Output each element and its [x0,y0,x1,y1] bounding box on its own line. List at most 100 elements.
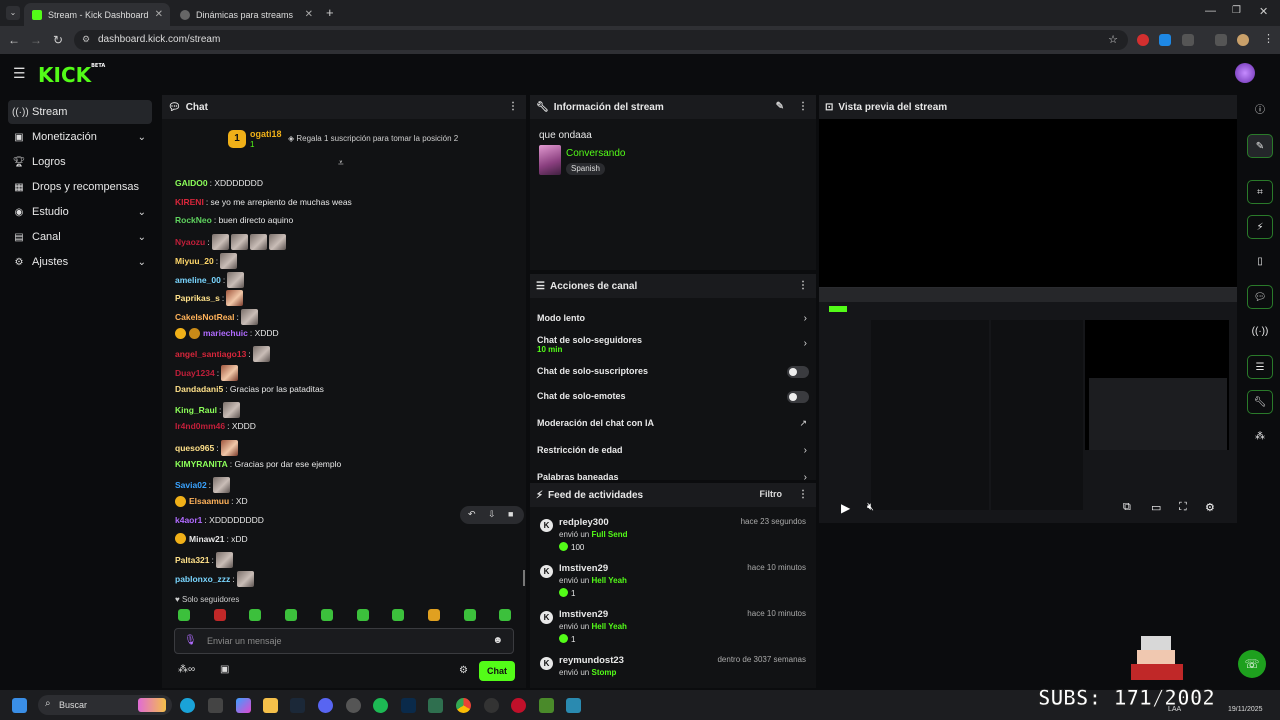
sidebar-item-canal[interactable]: ▤ Canal ⌄ [8,225,152,249]
chat-scrollbar[interactable] [523,570,525,586]
event-username[interactable]: redpley300 [559,517,609,528]
close-tab-icon[interactable]: ✕ [155,9,163,20]
maximize-icon[interactable]: ❐ [1232,5,1241,16]
app-icon[interactable] [428,698,443,713]
chat-message[interactable]: Nyaozu: [175,234,286,251]
gift-sub-cta[interactable]: ◈ Regala 1 suscripción para tomar la pos… [288,134,458,143]
chat-username[interactable]: King_Raul [175,405,217,415]
browser-menu-icon[interactable]: ⋮ [1263,32,1274,45]
collapse-pinned-icon[interactable]: ⩡ [338,158,344,169]
windows-start-icon[interactable] [12,698,27,713]
chat-message[interactable]: k4aor1: XDDDDDDDD [175,515,264,525]
new-tab-button[interactable]: + [326,5,334,20]
chat-message[interactable]: Elsaamuu: XD [175,495,248,507]
chat-username[interactable]: k4aor1 [175,515,202,525]
chat-username[interactable]: angel_santiago13 [175,349,246,359]
chat-message[interactable]: RockNeo: buen directo aquino [175,215,293,225]
extensions-puzzle-icon[interactable] [1182,34,1194,46]
quick-emote-icon[interactable] [356,609,369,621]
event-username[interactable]: lmstiven29 [559,609,608,620]
site-info-icon[interactable]: ⚙ [82,34,90,45]
tab-kick-dashboard[interactable]: Stream - Kick Dashboard ✕ [24,3,170,26]
chat-username[interactable]: Paprikas_s [175,293,220,303]
theater-icon[interactable]: ▭ [1151,501,1161,514]
event-username[interactable]: lmstiven29 [559,563,608,574]
play-icon[interactable]: ▶ [841,501,850,515]
file-explorer-icon[interactable] [263,698,278,713]
chat-message[interactable]: angel_santiago13: [175,346,270,363]
category-name[interactable]: Conversando [566,148,625,159]
chat-message[interactable]: Minaw21: xDD [175,533,248,545]
app-icon[interactable] [208,698,223,713]
chat-username[interactable]: Minaw21 [189,534,224,544]
chat-username[interactable]: Palta321 [175,555,210,565]
kick-logo[interactable]: KICKBETA [38,63,105,87]
close-tab-icon[interactable]: ✕ [305,9,313,20]
chat-emote[interactable] [227,271,245,288]
back-icon[interactable]: ← [7,33,21,47]
edit-icon[interactable]: ✎ [1247,134,1273,158]
chat-message[interactable]: Ir4nd0mm46: XDDD [175,421,256,431]
chat-username[interactable]: KIMYRANITA [175,459,228,469]
send-chat-button[interactable]: Chat [479,661,515,681]
chat-username[interactable]: Miyuu_20 [175,256,214,266]
quick-emote-icon[interactable] [285,609,298,621]
quick-emote-icon[interactable] [213,609,226,621]
chat-emote[interactable] [268,234,286,251]
chat-message[interactable]: CakeIsNotReal: [175,308,258,325]
chat-message[interactable]: pablonxo_zzz: [175,570,254,587]
chat-emote[interactable] [213,477,231,494]
url-field[interactable]: ⚙ dashboard.kick.com/stream ☆ [74,30,1128,50]
chrome-icon[interactable] [456,698,471,713]
activity-event[interactable]: Kredpley300 hace 23 segundos envió un Full… [530,517,816,561]
activity-event[interactable]: Klmstiven29 hace 10 minutos envió un Hell … [530,609,816,653]
channel-points-icon[interactable]: ⁂∞ [178,664,195,675]
bookmark-star-icon[interactable]: ☆ [1108,33,1118,46]
chat-username[interactable]: Nyaozu [175,237,205,247]
chat-username[interactable]: RockNeo [175,215,212,225]
sidebar-item-stream[interactable]: ((·)) Stream [8,100,152,124]
stream-info-options-icon[interactable]: ⋮ [798,101,808,112]
sidebar-item-logros[interactable]: 🏆︎ Logros [8,150,152,174]
chat-emote[interactable] [230,234,248,251]
gifter-name[interactable]: ogati18 [250,129,282,139]
chat-emote[interactable] [252,346,270,363]
chat-emote[interactable] [226,290,244,307]
chat-toggle-icon[interactable]: 💬︎ [1247,285,1273,309]
delete-icon[interactable]: ■ [508,509,513,519]
chat-username[interactable]: Dandadani5 [175,384,223,394]
sidebar-item-monetizacion[interactable]: ▣ Monetización ⌄ [8,125,152,149]
chat-message[interactable]: ameline_00: [175,271,245,288]
tools-icon[interactable]: 🔧︎ [1247,390,1273,414]
tab-search-icon[interactable]: ⌄ [6,6,20,20]
sidebar-item-estudio[interactable]: ◉ Estudio ⌄ [8,200,152,224]
chat-message[interactable]: Savia02: [175,477,231,494]
clip-icon[interactable]: ⌗ [1247,180,1273,204]
layout-icon[interactable]: ☰ [1247,355,1273,379]
chat-emote[interactable] [223,402,241,419]
microphone-icon[interactable]: 🎙︎ [184,635,197,646]
chat-username[interactable]: KIRENI [175,197,204,207]
taskbar-date[interactable]: 19/11/2025 [1228,706,1263,713]
chat-emote[interactable] [221,365,239,381]
copilot-icon[interactable] [236,698,251,713]
chat-username[interactable]: mariechuic [203,328,248,338]
quick-emote-icon[interactable] [499,609,512,621]
user-avatar[interactable] [1235,63,1255,83]
action-solo-seguidores[interactable]: Chat de solo-seguidores 10 min › [537,335,809,357]
overlay-green-action-icon[interactable]: ☏ [1238,650,1266,678]
video-settings-icon[interactable]: ⚙ [1205,501,1215,514]
opera-icon[interactable] [511,698,526,713]
tab-dinamicas[interactable]: Dinámicas para streams ✕ [172,3,320,26]
quick-emote-icon[interactable] [463,609,476,621]
event-username[interactable]: reymundost23 [559,655,624,666]
reply-icon[interactable]: ↶ [468,509,476,520]
chat-message[interactable]: Miyuu_20: [175,252,238,269]
quick-emote-icon[interactable] [178,609,190,621]
lightning-action-icon[interactable]: ⚡︎ [1247,215,1273,239]
action-moderacion-ia[interactable]: Moderación del chat con IA ↗ [537,418,809,432]
minecraft-icon[interactable] [539,698,554,713]
chat-emote[interactable] [236,570,254,587]
mute-icon[interactable]: 🔇︎ [867,501,874,514]
chat-username[interactable]: pablonxo_zzz [175,574,230,584]
